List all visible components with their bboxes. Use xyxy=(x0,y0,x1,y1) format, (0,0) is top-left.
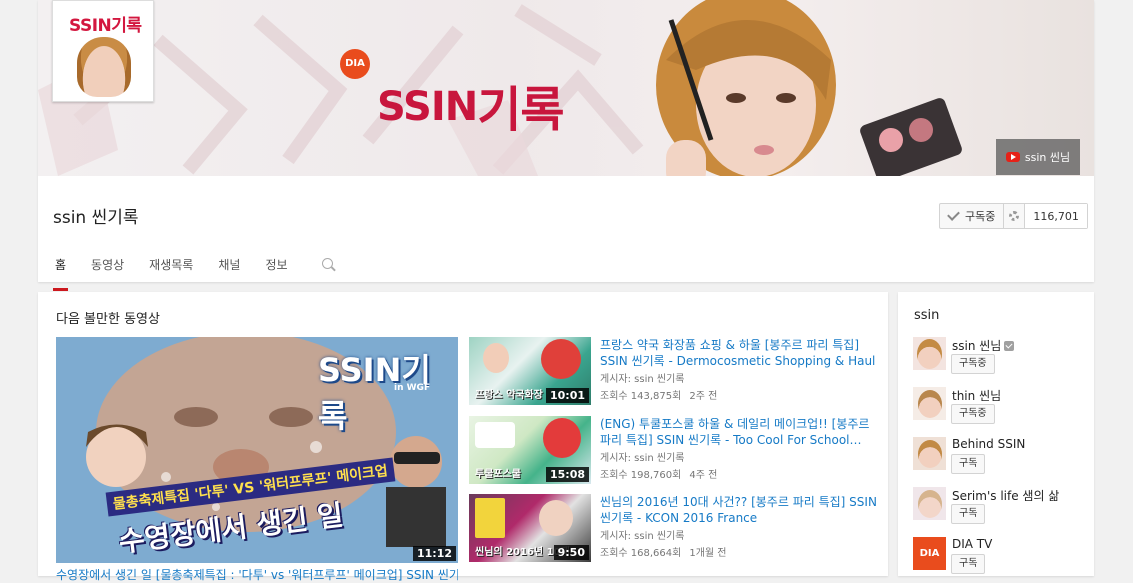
channel-item: Behind SSIN 구독 xyxy=(913,437,1088,477)
avatar[interactable] xyxy=(913,337,946,370)
tab-home[interactable]: 홈 xyxy=(52,256,69,291)
channel-title: ssin 씬기록 xyxy=(53,208,139,228)
avatar[interactable] xyxy=(913,487,946,520)
thumb-figure xyxy=(543,418,581,458)
banner-logo-latin: SSIN xyxy=(377,84,478,130)
related-channels: ssin ssin 씬님 구독중 thin 씬님 구독중 Behind SSIN… xyxy=(898,292,1094,576)
avatar-photo xyxy=(77,37,131,97)
avatar[interactable]: DIA xyxy=(913,537,946,570)
video-channel[interactable]: 게시자: ssin 씬기록 xyxy=(600,370,684,385)
video-thumbnail[interactable]: 투쿨포스쿨 15:08 xyxy=(469,416,591,484)
channel-item: Serim's life 샘의 삶 구독 xyxy=(913,487,1088,527)
subscribed-button[interactable]: 구독중 xyxy=(940,204,1005,228)
featured-video-thumbnail[interactable]: SSIN기록 in WGF 물총축제특집 '다투' VS '워터프루프' 메이크… xyxy=(56,337,458,563)
tab-videos[interactable]: 동영상 xyxy=(91,256,124,283)
video-title[interactable]: (ENG) 투쿨포스쿨 하울 & 데일리 메이크업!! [봉주르 파리 특집] … xyxy=(600,416,880,448)
dia-tv-logo: DIA xyxy=(919,548,940,559)
view-count: 조회수 168,664회 xyxy=(600,548,682,559)
featured-logo: SSIN기록 xyxy=(318,351,431,435)
video-title[interactable]: 프랑스 약국 화장품 쇼핑 & 하울 [봉주르 파리 특집] SSIN 씬기록 … xyxy=(600,337,880,369)
channel-name[interactable]: thin 씬님 xyxy=(952,387,1001,404)
avatar-logo: SSIN기록 xyxy=(69,11,142,36)
banner-youtube-link[interactable]: ssin 씬님 xyxy=(996,139,1080,175)
subscribe-button[interactable]: 구독 xyxy=(951,504,986,524)
channel-banner: SSIN기록 DIA SSIN기록 ssin 씬님 xyxy=(38,0,1094,176)
subscribed-button[interactable]: 구독중 xyxy=(951,354,995,374)
channel-item: thin 씬님 구독중 xyxy=(913,387,1088,427)
channel-name[interactable]: ssin 씬님 xyxy=(952,337,1015,354)
subscriber-count: 116,701 xyxy=(1025,204,1087,228)
subscribe-control: 구독중 116,701 xyxy=(939,203,1088,229)
banner-link-label: ssin 씬님 xyxy=(1024,151,1071,164)
banner-logo: SSIN기록 xyxy=(377,64,565,138)
search-icon[interactable] xyxy=(322,258,333,269)
thumb-figure xyxy=(475,498,505,538)
subscribe-button[interactable]: 구독 xyxy=(951,554,986,574)
video-duration: 10:01 xyxy=(545,388,589,403)
featured-video-title[interactable]: 수영장에서 생긴 일 [물총축제특집 : '다투' vs '워터프루프' 메이크… xyxy=(56,566,458,583)
thumb-figure xyxy=(539,500,573,536)
tab-playlists[interactable]: 재생목록 xyxy=(149,256,193,283)
subscribe-label: 구독중 xyxy=(965,210,996,223)
channel-name-label: ssin 씬님 xyxy=(952,339,1002,353)
banner-photo xyxy=(656,0,962,176)
channel-name[interactable]: DIA TV xyxy=(952,537,992,551)
channel-item: ssin 씬님 구독중 xyxy=(913,337,1088,377)
channel-header: SSIN기록 DIA SSIN기록 ssin 씬님 ssin 씬기록 구독중 1… xyxy=(38,0,1094,291)
list-item: 투쿨포스쿨 15:08 (ENG) 투쿨포스쿨 하울 & 데일리 메이크업!! … xyxy=(469,416,889,486)
thumbnail-caption: 투쿨포스쿨 xyxy=(475,469,521,480)
subscribe-button[interactable]: 구독 xyxy=(951,454,986,474)
channel-item: DIA DIA TV 구독 xyxy=(913,537,1088,577)
view-count: 조회수 198,760회 xyxy=(600,470,682,481)
upload-age: 4주 전 xyxy=(689,470,718,481)
view-count: 조회수 143,875회 xyxy=(600,391,682,402)
channel-tabs: 홈 동영상 재생목록 채널 정보 xyxy=(52,256,313,291)
video-meta: 조회수 143,875회 2주 전 xyxy=(600,387,717,402)
tab-channels[interactable]: 채널 xyxy=(218,256,240,283)
video-channel[interactable]: 게시자: ssin 씬기록 xyxy=(600,449,684,464)
check-icon xyxy=(947,208,960,221)
upload-age: 2주 전 xyxy=(689,391,718,402)
list-item: 씬님의 2016년 10대 9:50 씬님의 2016년 10대 사건?? [봉… xyxy=(469,494,889,564)
avatar-figure xyxy=(918,390,942,418)
dia-badge: DIA xyxy=(340,49,370,79)
notification-settings-button[interactable] xyxy=(1004,204,1026,228)
channel-avatar[interactable]: SSIN기록 xyxy=(52,0,154,102)
list-item: 프랑스 약국화장 10:01 프랑스 약국 화장품 쇼핑 & 하울 [봉주르 파… xyxy=(469,337,889,407)
video-thumbnail[interactable]: 씬님의 2016년 10대 9:50 xyxy=(469,494,591,562)
channel-name[interactable]: Behind SSIN xyxy=(952,437,1025,451)
thumb-figure xyxy=(541,339,581,379)
video-meta: 조회수 168,664회 1개월 전 xyxy=(600,544,727,559)
video-channel[interactable]: 게시자: ssin 씬기록 xyxy=(600,527,684,542)
video-thumbnail[interactable]: 프랑스 약국화장 10:01 xyxy=(469,337,591,405)
video-title[interactable]: 씬님의 2016년 10대 사건?? [봉주르 파리 특집] SSIN 씬기록 … xyxy=(600,494,880,526)
video-duration: 9:50 xyxy=(553,545,589,560)
avatar-logo-latin: SSIN xyxy=(69,16,112,36)
gear-icon xyxy=(1009,211,1020,221)
thumb-figure xyxy=(483,343,509,373)
thumbnail-caption: 프랑스 약국화장 xyxy=(475,390,543,401)
verified-icon xyxy=(1004,341,1015,351)
avatar[interactable] xyxy=(913,437,946,470)
upload-age: 1개월 전 xyxy=(689,548,727,559)
video-meta: 조회수 198,760회 4주 전 xyxy=(600,466,717,481)
avatar-logo-korean: 기록 xyxy=(111,16,142,36)
thumb-figure xyxy=(475,422,515,448)
channel-name[interactable]: Serim's life 샘의 삶 xyxy=(952,487,1059,504)
tab-about[interactable]: 정보 xyxy=(265,256,287,283)
up-next-section: 다음 볼만한 동영상 SSIN기록 in WGF 물총축제특집 '다투' VS … xyxy=(38,292,889,582)
avatar-figure xyxy=(918,490,942,518)
featured-logo-sub: in WGF xyxy=(394,383,431,393)
avatar-figure xyxy=(917,339,942,369)
banner-logo-korean: 기록 xyxy=(477,82,564,138)
avatar-figure xyxy=(918,440,942,468)
avatar[interactable] xyxy=(913,387,946,420)
video-duration: 15:08 xyxy=(545,467,589,482)
video-duration: 11:12 xyxy=(412,546,456,561)
subscribed-button[interactable]: 구독중 xyxy=(951,404,995,424)
sidebar-title: ssin xyxy=(914,308,940,323)
youtube-icon xyxy=(1005,152,1020,162)
section-title: 다음 볼만한 동영상 xyxy=(56,312,160,327)
